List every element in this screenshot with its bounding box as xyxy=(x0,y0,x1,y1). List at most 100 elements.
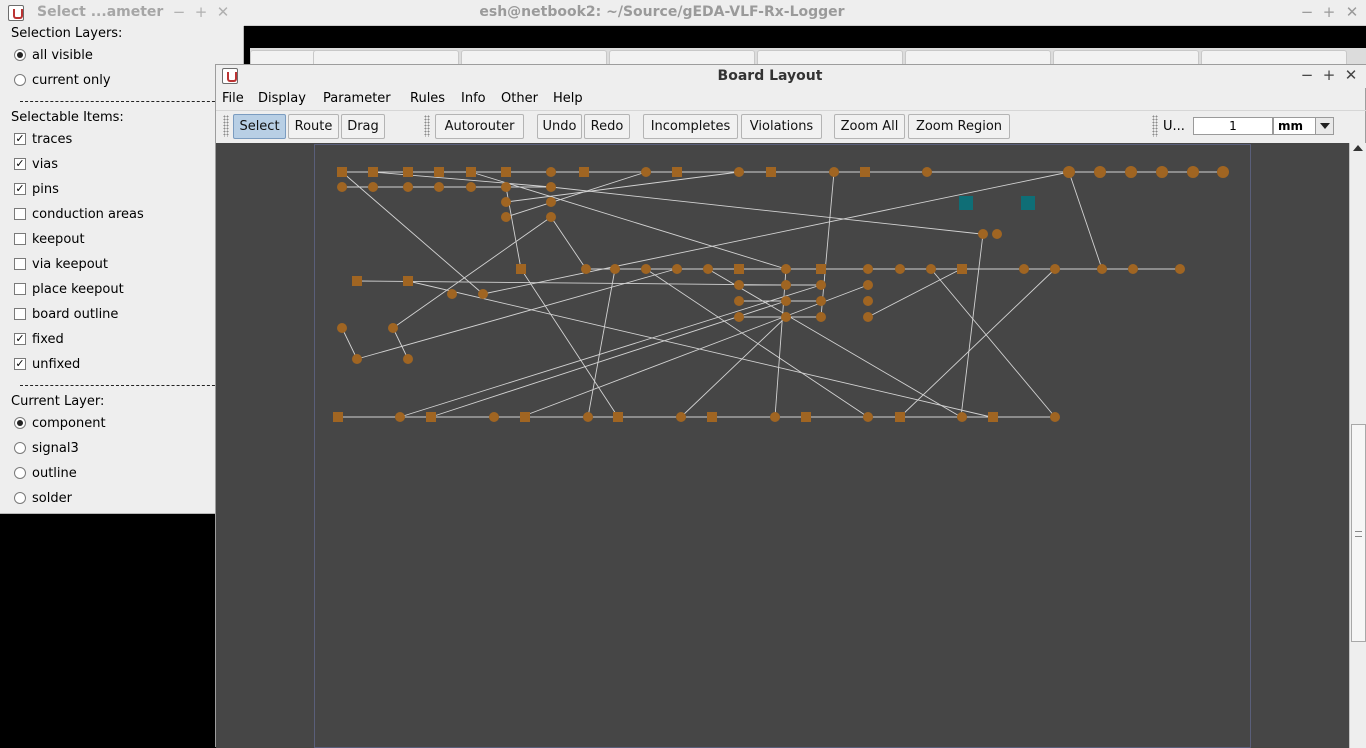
board-close-button[interactable]: ✕ xyxy=(1342,66,1360,84)
round-pad[interactable] xyxy=(781,312,791,322)
toolbar-grip[interactable] xyxy=(223,115,229,137)
square-pad[interactable] xyxy=(1021,196,1035,210)
square-pad[interactable] xyxy=(426,412,436,422)
round-pad[interactable] xyxy=(734,280,744,290)
round-pad[interactable] xyxy=(466,182,476,192)
checkbox-item-via-keepout[interactable]: via keepout xyxy=(14,254,108,274)
square-pad[interactable] xyxy=(466,167,476,177)
square-pad[interactable] xyxy=(957,264,967,274)
select-button[interactable]: Select xyxy=(233,114,286,139)
route-button[interactable]: Route xyxy=(288,114,339,139)
round-pad[interactable] xyxy=(957,412,967,422)
round-pad[interactable] xyxy=(1217,166,1229,178)
round-pad[interactable] xyxy=(770,412,780,422)
round-pad[interactable] xyxy=(352,354,362,364)
square-pad[interactable] xyxy=(860,167,870,177)
round-pad[interactable] xyxy=(816,296,826,306)
round-pad[interactable] xyxy=(337,182,347,192)
square-pad[interactable] xyxy=(434,167,444,177)
round-pad[interactable] xyxy=(863,296,873,306)
round-pad[interactable] xyxy=(546,197,556,207)
round-pad[interactable] xyxy=(395,412,405,422)
radio-button[interactable] xyxy=(14,442,26,454)
toolbar-grip[interactable] xyxy=(424,115,430,137)
round-pad[interactable] xyxy=(1019,264,1029,274)
round-pad[interactable] xyxy=(922,167,932,177)
round-pad[interactable] xyxy=(829,167,839,177)
round-pad[interactable] xyxy=(403,182,413,192)
round-pad[interactable] xyxy=(546,212,556,222)
round-pad[interactable] xyxy=(1128,264,1138,274)
round-pad[interactable] xyxy=(1094,166,1106,178)
undo-button[interactable]: Undo xyxy=(537,114,582,139)
checkbox[interactable] xyxy=(14,233,26,245)
menu-display[interactable]: Display xyxy=(258,91,306,106)
vertical-scrollbar[interactable] xyxy=(1349,143,1366,748)
checkbox-item-pins[interactable]: ✓ pins xyxy=(14,179,59,199)
round-pad[interactable] xyxy=(734,167,744,177)
terminal-close-button[interactable]: ✕ xyxy=(1343,3,1361,21)
checkbox[interactable]: ✓ xyxy=(14,133,26,145)
round-pad[interactable] xyxy=(501,197,511,207)
round-pad[interactable] xyxy=(478,289,488,299)
unit-factor-input[interactable] xyxy=(1193,117,1273,135)
round-pad[interactable] xyxy=(863,280,873,290)
pcb-canvas[interactable] xyxy=(216,143,1349,748)
square-pad[interactable] xyxy=(988,412,998,422)
square-pad[interactable] xyxy=(333,412,343,422)
round-pad[interactable] xyxy=(926,264,936,274)
menu-info[interactable]: Info xyxy=(461,91,486,106)
round-pad[interactable] xyxy=(641,167,651,177)
round-pad[interactable] xyxy=(546,182,556,192)
checkbox[interactable]: ✓ xyxy=(14,183,26,195)
round-pad[interactable] xyxy=(501,182,511,192)
select-dialog-close-button[interactable]: ✕ xyxy=(214,3,232,21)
round-pad[interactable] xyxy=(734,312,744,322)
square-pad[interactable] xyxy=(613,412,623,422)
scrollbar-thumb[interactable] xyxy=(1351,424,1366,642)
round-pad[interactable] xyxy=(863,264,873,274)
round-pad[interactable] xyxy=(1156,166,1168,178)
select-dialog-titlebar[interactable]: Select ...ameter − + ✕ xyxy=(0,0,244,26)
round-pad[interactable] xyxy=(978,229,988,239)
square-pad[interactable] xyxy=(766,167,776,177)
round-pad[interactable] xyxy=(583,412,593,422)
round-pad[interactable] xyxy=(447,289,457,299)
round-pad[interactable] xyxy=(1097,264,1107,274)
round-pad[interactable] xyxy=(403,354,413,364)
menu-other[interactable]: Other xyxy=(501,91,538,106)
round-pad[interactable] xyxy=(863,412,873,422)
board-minimize-button[interactable]: − xyxy=(1298,66,1316,84)
square-pad[interactable] xyxy=(895,412,905,422)
checkbox-item-conduction-areas[interactable]: conduction areas xyxy=(14,204,144,224)
square-pad[interactable] xyxy=(579,167,589,177)
square-pad[interactable] xyxy=(337,167,347,177)
round-pad[interactable] xyxy=(895,264,905,274)
zoom-region-button[interactable]: Zoom Region xyxy=(908,114,1010,139)
radio-all-visible[interactable]: all visible xyxy=(14,45,93,65)
round-pad[interactable] xyxy=(1050,264,1060,274)
radio-button[interactable] xyxy=(14,74,26,86)
select-dialog-minimize-button[interactable]: − xyxy=(170,3,188,21)
checkbox[interactable] xyxy=(14,283,26,295)
pcb-drawing[interactable] xyxy=(216,143,1349,748)
round-pad[interactable] xyxy=(816,312,826,322)
toolbar-grip[interactable] xyxy=(1152,115,1158,137)
round-pad[interactable] xyxy=(641,264,651,274)
round-pad[interactable] xyxy=(781,280,791,290)
round-pad[interactable] xyxy=(610,264,620,274)
round-pad[interactable] xyxy=(501,212,511,222)
checkbox-item-unfixed[interactable]: ✓ unfixed xyxy=(14,354,80,374)
round-pad[interactable] xyxy=(489,412,499,422)
terminal-minimize-button[interactable]: − xyxy=(1298,3,1316,21)
square-pad[interactable] xyxy=(368,167,378,177)
radio-layer-outline[interactable]: outline xyxy=(14,463,77,483)
radio-button[interactable] xyxy=(14,467,26,479)
square-pad[interactable] xyxy=(707,412,717,422)
menu-parameter[interactable]: Parameter xyxy=(323,91,391,106)
radio-layer-solder[interactable]: solder xyxy=(14,488,72,508)
round-pad[interactable] xyxy=(368,182,378,192)
menu-help[interactable]: Help xyxy=(553,91,583,106)
square-pad[interactable] xyxy=(516,264,526,274)
square-pad[interactable] xyxy=(734,264,744,274)
